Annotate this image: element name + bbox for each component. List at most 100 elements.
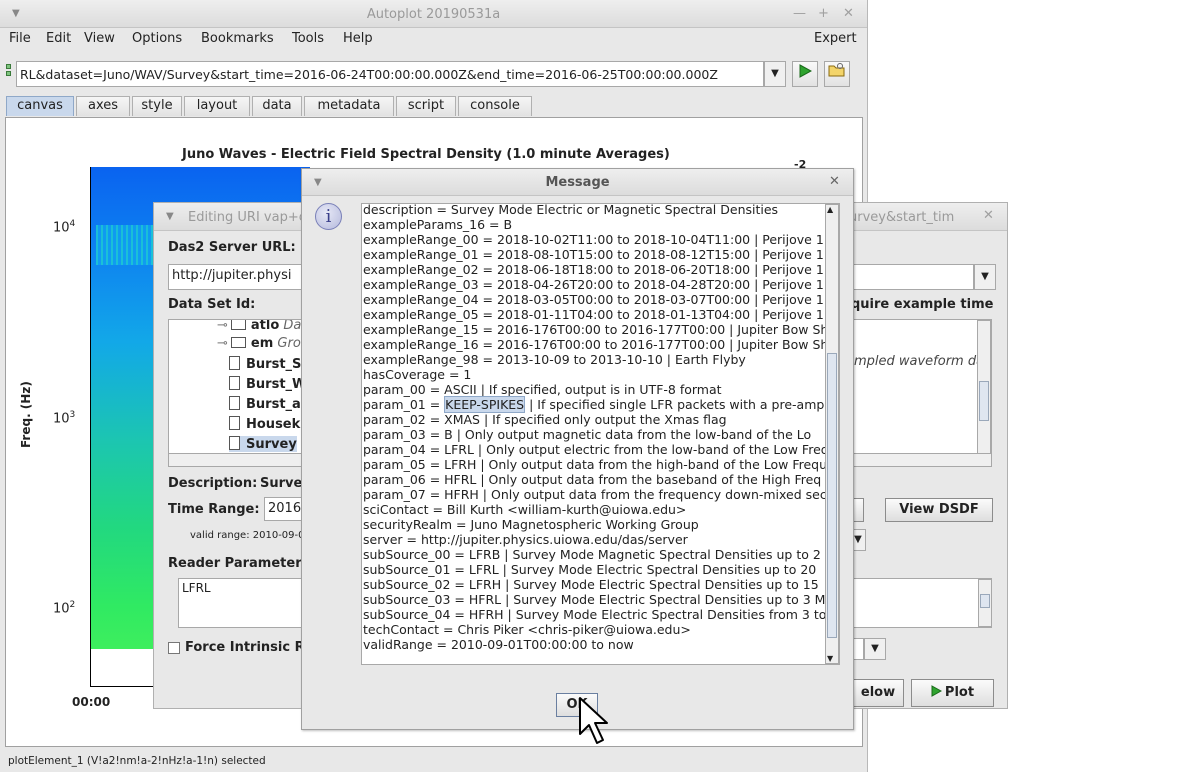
- dialog-title: Message: [545, 175, 610, 190]
- message-line: server = http://jupiter.physics.uiowa.ed…: [363, 532, 688, 547]
- dataset-id-label: Data Set Id:: [168, 297, 256, 312]
- drag-handle-icon[interactable]: [6, 64, 12, 81]
- tree-item[interactable]: Burst_S: [229, 356, 301, 372]
- menu-edit[interactable]: Edit: [46, 31, 71, 46]
- document-icon: [229, 396, 240, 410]
- menu-bookmarks[interactable]: Bookmarks: [201, 31, 274, 46]
- scroll-up-icon[interactable]: ▲: [827, 205, 833, 214]
- play-icon: [799, 64, 813, 78]
- force-intrinsic-checkbox[interactable]: [168, 642, 180, 654]
- param-description: | If specified single LFR packets with a…: [525, 397, 825, 412]
- minimize-icon[interactable]: —: [793, 6, 806, 21]
- message-line: securityRealm = Juno Magnetospheric Work…: [363, 517, 699, 532]
- message-line: param_00 = ASCII | If specified, output …: [363, 382, 722, 397]
- tab-axes[interactable]: axes: [76, 96, 130, 116]
- message-line: param_01 = KEEP-SPIKES | If specified si…: [363, 396, 828, 413]
- reader-parameters-scrollbar[interactable]: [978, 579, 992, 627]
- document-icon: [229, 416, 240, 430]
- tree-item[interactable]: Burst_a: [229, 396, 301, 412]
- plot-title: Juno Waves - Electric Field Spectral Den…: [182, 147, 670, 162]
- tab-style[interactable]: style: [132, 96, 182, 116]
- message-horizontal-scrollbar[interactable]: ◀ ▶: [362, 664, 839, 665]
- time-range-label: Time Range:: [168, 502, 260, 517]
- uri-bar: RL&dataset=Juno/WAV/Survey&start_time=20…: [6, 60, 856, 88]
- tree-node-em[interactable]: ⊸ em Grou: [217, 336, 309, 351]
- message-vertical-thumb[interactable]: [827, 353, 837, 638]
- tree-item-selected[interactable]: Survey: [229, 436, 297, 452]
- y-tick-label: 102: [53, 600, 76, 617]
- scroll-left-icon[interactable]: ◀: [365, 664, 372, 665]
- folder-open-icon: [828, 63, 845, 77]
- message-line: subSource_00 = LFRB | Survey Mode Magnet…: [363, 547, 821, 562]
- message-text[interactable]: description = Survey Mode Electric or Ma…: [363, 204, 828, 654]
- description-label: Description:: [168, 476, 258, 491]
- selected-text[interactable]: KEEP-SPIKES: [444, 396, 526, 413]
- message-line: exampleRange_16 = 2016-176T00:00 to 2016…: [363, 337, 828, 352]
- tree-item[interactable]: Burst_W: [229, 376, 306, 392]
- close-icon[interactable]: ✕: [829, 174, 840, 189]
- server-url-dropdown[interactable]: ▼: [974, 264, 996, 290]
- message-line: exampleRange_03 = 2018-04-26T20:00 to 20…: [363, 277, 824, 292]
- message-line: exampleRange_02 = 2018-06-18T18:00 to 20…: [363, 262, 824, 277]
- tab-data[interactable]: data: [252, 96, 302, 116]
- tab-console[interactable]: console: [458, 96, 532, 116]
- message-dialog: ▼ Message ✕ i description = Survey Mode …: [301, 168, 854, 730]
- expand-icon[interactable]: ⊸: [217, 320, 228, 333]
- message-line: subSource_02 = LFRH | Survey Mode Electr…: [363, 577, 819, 592]
- message-line: subSource_03 = HFRL | Survey Mode Electr…: [363, 592, 826, 607]
- desktop: ▼ Autoplot 20190531a — + ✕ File Edit Vie…: [0, 0, 1197, 772]
- valid-range-text: valid range: 2010-09-01: [190, 530, 311, 541]
- message-line: param_03 = B | Only output magnetic data…: [363, 427, 812, 442]
- title-bar[interactable]: ▼ Autoplot 20190531a — + ✕: [0, 0, 867, 28]
- message-line: subSource_04 = HFRH | Survey Mode Electr…: [363, 607, 827, 622]
- scroll-down-icon[interactable]: ▼: [827, 654, 833, 663]
- tab-metadata[interactable]: metadata: [304, 96, 394, 116]
- message-line: exampleRange_04 = 2018-03-05T00:00 to 20…: [363, 292, 824, 307]
- window-menu-icon[interactable]: ▼: [166, 211, 174, 222]
- close-icon[interactable]: ✕: [983, 208, 994, 223]
- menu-file[interactable]: File: [9, 31, 31, 46]
- dialog-title: Editing URI vap+c: [188, 210, 306, 225]
- force-intrinsic-label: Force Intrinsic Re: [185, 640, 314, 655]
- require-example-time-label[interactable]: quire example time: [851, 297, 993, 312]
- reader-parameters-label: Reader Parameters: [168, 556, 310, 571]
- plot-below-button[interactable]: elow: [852, 679, 904, 707]
- message-line: sciContact = Bill Kurth <william-kurth@u…: [363, 502, 687, 517]
- expand-icon[interactable]: ⊸: [217, 336, 228, 351]
- menu-tools[interactable]: Tools: [292, 31, 324, 46]
- message-line: param_05 = LFRH | Only output data from …: [363, 457, 828, 472]
- expert-mode-label[interactable]: Expert: [814, 31, 857, 46]
- folder-icon: [230, 320, 246, 330]
- menu-options[interactable]: Options: [132, 31, 182, 46]
- y-axis-label: Freq. (Hz): [19, 381, 33, 448]
- message-line: exampleRange_01 = 2018-08-10T15:00 to 20…: [363, 247, 824, 262]
- uri-history-dropdown[interactable]: ▼: [764, 61, 786, 87]
- mouse-pointer-icon: [579, 697, 608, 744]
- tree-node-atlo[interactable]: ⊸ atlo Da: [217, 320, 301, 333]
- message-line: exampleRange_00 = 2018-10-02T11:00 to 20…: [363, 232, 824, 247]
- message-line: techContact = Chris Piker <chris-piker@u…: [363, 622, 691, 637]
- option-dropdown[interactable]: ▼: [864, 638, 886, 660]
- menu-help[interactable]: Help: [343, 31, 373, 46]
- tab-layout[interactable]: layout: [184, 96, 250, 116]
- tree-item[interactable]: Housek: [229, 416, 300, 432]
- menu-bar: File Edit View Options Bookmarks Tools H…: [0, 28, 867, 50]
- maximize-icon[interactable]: +: [818, 6, 829, 21]
- go-button[interactable]: [792, 61, 818, 87]
- close-icon[interactable]: ✕: [843, 6, 854, 21]
- message-line: validRange = 2010-09-01T00:00:00 to now: [363, 637, 634, 652]
- y-tick-label: 104: [53, 219, 76, 236]
- message-vertical-scrollbar[interactable]: ▲ ▼: [825, 204, 839, 664]
- uri-input[interactable]: RL&dataset=Juno/WAV/Survey&start_time=20…: [16, 61, 764, 87]
- tab-canvas[interactable]: canvas: [6, 96, 74, 116]
- dialog-title-bar[interactable]: ▼ Message ✕: [302, 169, 853, 196]
- scroll-right-icon[interactable]: ▶: [829, 664, 836, 665]
- tree-vertical-scrollbar[interactable]: [977, 320, 991, 454]
- menu-view[interactable]: View: [84, 31, 115, 46]
- browse-button[interactable]: [824, 61, 850, 87]
- message-line: exampleRange_98 = 2013-10-09 to 2013-10-…: [363, 352, 746, 367]
- plot-button[interactable]: Plot: [911, 679, 994, 707]
- message-text-area[interactable]: description = Survey Mode Electric or Ma…: [361, 203, 840, 665]
- tab-script[interactable]: script: [396, 96, 456, 116]
- view-dsdf-button[interactable]: View DSDF: [885, 498, 993, 522]
